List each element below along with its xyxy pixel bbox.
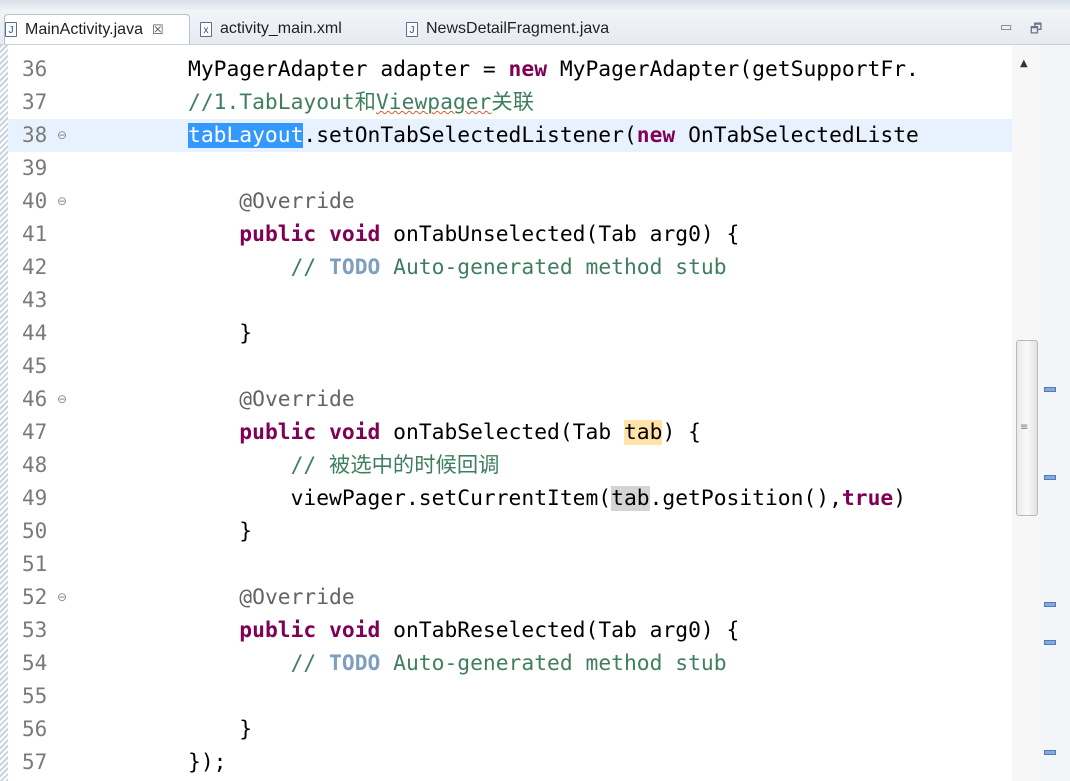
line-number: 39 bbox=[22, 156, 48, 180]
editor-tab-bar: J MainActivity.java ☒ x activity_main.xm… bbox=[0, 0, 1070, 45]
line-number: 55 bbox=[22, 684, 48, 708]
code-text[interactable]: } bbox=[188, 713, 252, 746]
fold-toggle-icon[interactable]: ⊖ bbox=[57, 383, 67, 416]
line-number: 47 bbox=[22, 420, 48, 444]
code-line[interactable]: 47 public void onTabSelected(Tab tab) { bbox=[8, 416, 1040, 449]
tab-label: NewsDetailFragment.java bbox=[426, 20, 610, 37]
code-text[interactable]: // 被选中的时候回调 bbox=[188, 449, 500, 482]
code-line[interactable]: 51 bbox=[8, 548, 1040, 581]
tab-activity-main-xml[interactable]: x activity_main.xml bbox=[200, 14, 390, 44]
code-line[interactable]: 42 // TODO Auto-generated method stub bbox=[8, 251, 1040, 284]
code-text[interactable]: } bbox=[188, 317, 252, 350]
code-line[interactable]: 53 public void onTabReselected(Tab arg0)… bbox=[8, 614, 1040, 647]
code-text[interactable]: }); bbox=[188, 746, 226, 779]
code-line[interactable]: 41 public void onTabUnselected(Tab arg0)… bbox=[8, 218, 1040, 251]
code-line[interactable]: 38 ⊖ tabLayout.setOnTabSelectedListener(ne… bbox=[8, 119, 1040, 152]
overview-marker[interactable] bbox=[1044, 475, 1056, 480]
overview-ruler[interactable] bbox=[1040, 45, 1070, 781]
line-number: 42 bbox=[22, 255, 48, 279]
line-number: 45 bbox=[22, 354, 48, 378]
tab-main-activity[interactable]: J MainActivity.java ☒ bbox=[4, 14, 190, 44]
left-ruler bbox=[0, 0, 8, 781]
code-text[interactable]: tabLayout.setOnTabSelectedListener(new O… bbox=[188, 119, 919, 152]
code-text[interactable]: // TODO Auto-generated method stub bbox=[188, 251, 727, 284]
tab-label: activity_main.xml bbox=[220, 20, 342, 37]
line-number: 43 bbox=[22, 288, 48, 312]
line-number: 54 bbox=[22, 651, 48, 675]
line-number: 36 bbox=[22, 57, 48, 81]
maximize-icon[interactable]: 🗗 bbox=[1030, 20, 1042, 42]
code-editor[interactable]: 36 MyPagerAdapter adapter = new MyPagerAd… bbox=[8, 45, 1040, 781]
line-number: 53 bbox=[22, 618, 48, 642]
code-line[interactable]: 46 ⊖ @Override bbox=[8, 383, 1040, 416]
scroll-up-icon[interactable]: ▲ bbox=[1020, 58, 1028, 69]
grip-icon: ≡ bbox=[1020, 422, 1029, 433]
code-line[interactable]: 40 ⊖ @Override bbox=[8, 185, 1040, 218]
code-line[interactable]: 37 //1.TabLayout和Viewpager关联 bbox=[8, 86, 1040, 119]
code-text[interactable]: @Override bbox=[188, 185, 354, 218]
code-text[interactable]: public void onTabSelected(Tab tab) { bbox=[188, 416, 701, 449]
tab-news-detail-fragment[interactable]: J NewsDetailFragment.java bbox=[406, 14, 666, 44]
overview-marker[interactable] bbox=[1044, 387, 1056, 392]
line-number: 44 bbox=[22, 321, 48, 345]
code-text[interactable]: // TODO Auto-generated method stub bbox=[188, 647, 727, 680]
code-text[interactable]: public void onTabReselected(Tab arg0) { bbox=[188, 614, 739, 647]
fold-toggle-icon[interactable]: ⊖ bbox=[57, 581, 67, 614]
code-text[interactable]: @Override bbox=[188, 581, 354, 614]
code-line[interactable]: 55 bbox=[8, 680, 1040, 713]
code-text[interactable]: viewPager.setCurrentItem(tab.getPosition… bbox=[188, 482, 906, 515]
code-line[interactable]: 57}); bbox=[8, 746, 1040, 779]
line-number: 37 bbox=[22, 90, 48, 114]
code-text[interactable]: public void onTabUnselected(Tab arg0) { bbox=[188, 218, 739, 251]
code-line[interactable]: 49 viewPager.setCurrentItem(tab.getPosit… bbox=[8, 482, 1040, 515]
line-number: 57 bbox=[22, 750, 48, 774]
line-number: 50 bbox=[22, 519, 48, 543]
code-line[interactable]: 54 // TODO Auto-generated method stub bbox=[8, 647, 1040, 680]
code-text[interactable]: } bbox=[188, 515, 252, 548]
line-number: 49 bbox=[22, 486, 48, 510]
fold-toggle-icon[interactable]: ⊖ bbox=[57, 119, 67, 152]
code-line[interactable]: 44 } bbox=[8, 317, 1040, 350]
line-number: 51 bbox=[22, 552, 48, 576]
overview-marker[interactable] bbox=[1044, 640, 1056, 645]
tab-label: MainActivity.java bbox=[25, 20, 143, 38]
line-number: 41 bbox=[22, 222, 48, 246]
line-number: 56 bbox=[22, 717, 48, 741]
code-line[interactable]: 52 ⊖ @Override bbox=[8, 581, 1040, 614]
xml-file-icon: x bbox=[200, 21, 212, 37]
code-text[interactable]: MyPagerAdapter adapter = new MyPagerAdap… bbox=[188, 53, 919, 86]
code-text[interactable]: //1.TabLayout和Viewpager关联 bbox=[188, 86, 534, 119]
code-line[interactable]: 56 } bbox=[8, 713, 1040, 746]
java-file-icon: J bbox=[5, 22, 17, 37]
fold-toggle-icon[interactable]: ⊖ bbox=[57, 185, 67, 218]
overview-marker[interactable] bbox=[1044, 602, 1056, 607]
code-text[interactable]: @Override bbox=[188, 383, 354, 416]
minimize-icon[interactable]: ▭ bbox=[1000, 20, 1012, 35]
code-line[interactable]: 36 MyPagerAdapter adapter = new MyPagerAd… bbox=[8, 53, 1040, 86]
code-line[interactable]: 43 bbox=[8, 284, 1040, 317]
code-line[interactable]: 39 bbox=[8, 152, 1040, 185]
code-line[interactable]: 45 bbox=[8, 350, 1040, 383]
java-file-icon: J bbox=[406, 21, 418, 37]
code-line[interactable]: 50 } bbox=[8, 515, 1040, 548]
line-number: 48 bbox=[22, 453, 48, 477]
overview-marker[interactable] bbox=[1044, 750, 1056, 755]
close-tab-icon[interactable]: ☒ bbox=[152, 22, 164, 38]
code-line[interactable]: 48 // 被选中的时候回调 bbox=[8, 449, 1040, 482]
